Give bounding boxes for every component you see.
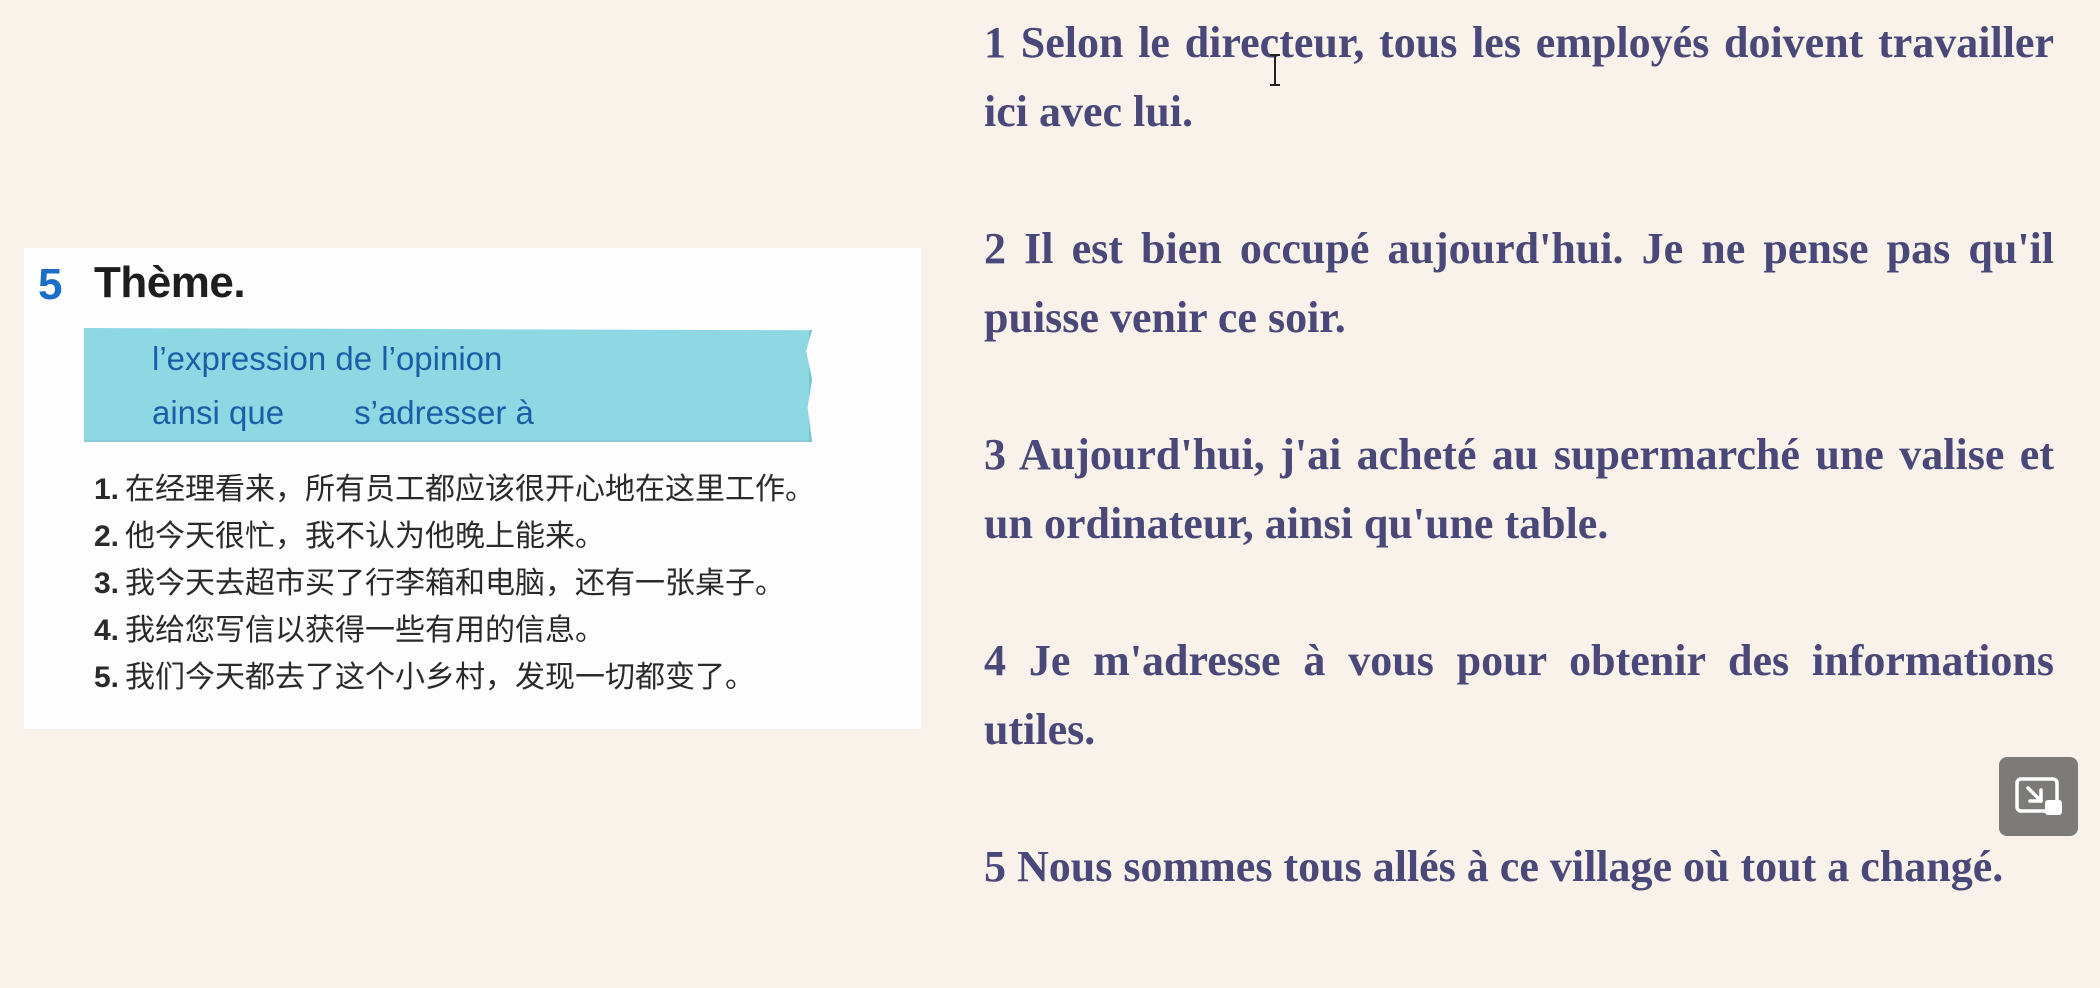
theme-word-ainsi-que: ainsi que — [152, 394, 285, 431]
translation-4[interactable]: 4 Je m'adresse à vous pour obtenir des i… — [984, 626, 2054, 764]
exercise-number: 5 — [38, 260, 63, 309]
sentence-number: 4. — [94, 614, 120, 647]
translation-3[interactable]: 3 Aujourd'hui, j'ai acheté au supermarch… — [984, 420, 2054, 558]
sentence-number: 2. — [94, 520, 120, 553]
sentence-text: 我们今天都去了这个小乡村，发现一切都变了。 — [125, 660, 756, 695]
chinese-sentence-4: 4. 我给您写信以获得一些有用的信息。 — [94, 607, 815, 654]
exit-picture-in-picture-icon — [2014, 776, 2062, 815]
theme-banner: l’expression de l’opinion ainsi que s’adr… — [84, 328, 812, 442]
text-cursor-icon — [1270, 54, 1280, 86]
chinese-sentence-1: 1. 在经理看来，所有员工都应该很开心地在这里工作。 — [94, 466, 815, 513]
translation-1[interactable]: 1 Selon le directeur, tous les employés … — [984, 8, 2054, 146]
textbook-excerpt: 5 Thème. l’expression de l’opinion ainsi… — [24, 248, 921, 729]
exercise-title: Thème. — [94, 258, 246, 307]
chinese-sentence-2: 2. 他今天很忙，我不认为他晚上能来。 — [94, 513, 815, 560]
exit-pip-button[interactable] — [1999, 757, 2078, 836]
sentence-text: 我今天去超市买了行李箱和电脑，还有一张桌子。 — [125, 566, 786, 601]
theme-word-sadresser: s’adresser à — [354, 394, 534, 431]
chinese-sentence-5: 5. 我们今天都去了这个小乡村，发现一切都变了。 — [94, 654, 815, 701]
french-translations[interactable]: 1 Selon le directeur, tous les employés … — [984, 8, 2054, 969]
sentence-number: 5. — [94, 661, 120, 694]
sentence-number: 1. — [94, 473, 120, 506]
theme-line-opinion: l’expression de l’opinion — [152, 340, 503, 377]
sentence-number: 3. — [94, 567, 120, 600]
chinese-sentence-list: 1. 在经理看来，所有员工都应该很开心地在这里工作。 2. 他今天很忙，我不认为他晚… — [94, 466, 815, 701]
chinese-sentence-3: 3. 我今天去超市买了行李箱和电脑，还有一张桌子。 — [94, 560, 815, 607]
theme-line-expressions: ainsi que s’adresser à — [152, 394, 534, 432]
sentence-text: 我给您写信以获得一些有用的信息。 — [125, 613, 606, 648]
sentence-text: 他今天很忙，我不认为他晚上能来。 — [125, 519, 606, 554]
translation-2[interactable]: 2 Il est bien occupé aujourd'hui. Je ne … — [984, 214, 2054, 352]
translation-5[interactable]: 5 Nous sommes tous allés à ce village où… — [984, 832, 2054, 901]
sentence-text: 在经理看来，所有员工都应该很开心地在这里工作。 — [125, 472, 816, 507]
